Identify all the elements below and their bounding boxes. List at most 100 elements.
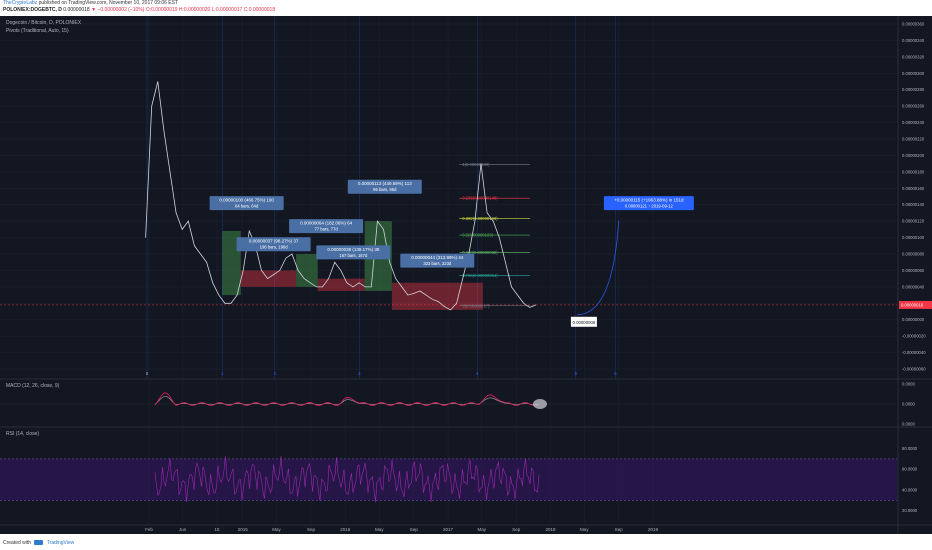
price-range-box xyxy=(296,254,318,287)
price-point xyxy=(370,286,372,288)
fib-level-label: 0(0.00000017) xyxy=(462,303,490,308)
ohlc-values: O:0.00000019 H:0.00000020 L:0.00000017 C… xyxy=(145,7,276,13)
price-point xyxy=(261,270,262,271)
x-tick-label: May xyxy=(580,527,589,532)
down-arrow-icon: ▼ xyxy=(91,7,97,13)
measure-sublabel: 0.00000121 ↑ 2019-09-12 xyxy=(625,204,674,209)
price-point xyxy=(364,286,366,288)
created-with-text: Created with xyxy=(3,540,32,546)
x-tick-label: Jun xyxy=(179,527,187,532)
y-tick-label: 0.00000100 xyxy=(902,235,925,240)
price-point xyxy=(291,253,293,255)
price-point xyxy=(511,286,512,288)
price-range-box xyxy=(317,278,365,291)
x-tick-label: May xyxy=(375,527,384,532)
price-point xyxy=(462,278,464,279)
x-tick-label: 2017 xyxy=(443,527,454,532)
measure-label: 0.00000038 (139.17%) 38 xyxy=(327,247,380,252)
measure-label: 0.00000064 (182.06%) 64 xyxy=(300,221,353,226)
price-range-box xyxy=(240,270,297,287)
measure-label: 0.00000100 (466.75%) 100 xyxy=(219,198,274,203)
publish-info: TheCryptoLabz published on TradingView.c… xyxy=(3,1,178,6)
x-tick-label: Sep xyxy=(615,527,624,532)
tradingview-brand[interactable]: TradingView xyxy=(47,540,75,546)
measure-label: 0.00000044 (313.99%) 44 xyxy=(411,255,464,260)
y-tick-label: 0.00000180 xyxy=(902,169,925,174)
price-point xyxy=(175,212,177,214)
price-point xyxy=(523,302,525,304)
price-point xyxy=(157,81,159,82)
price-point xyxy=(407,294,409,296)
x-tick-label: 15 xyxy=(214,527,220,532)
measure-label: 0.00000113 (449.69%) 113 xyxy=(358,181,412,186)
rsi-band xyxy=(0,458,897,501)
x-tick-label: 2015 xyxy=(238,527,249,532)
publisher-name[interactable]: TheCryptoLabz xyxy=(3,0,37,6)
y-tick-label: 0.00000360 xyxy=(902,22,925,27)
measure-label: 0.00000037 (98.27%) 37 xyxy=(249,239,299,244)
x-tick-label: 2018 xyxy=(546,527,557,532)
symbol-name: POLONIEX:DOGEBTC, D xyxy=(3,7,62,13)
x-tick-label: May xyxy=(272,527,281,532)
price-point xyxy=(297,270,299,271)
rsi-tick-label: 20.0000 xyxy=(902,508,918,513)
rsi-tick-label: 40.0000 xyxy=(902,487,918,492)
x-tick-label: May xyxy=(477,527,486,532)
y-tick-label: 0.00000060 xyxy=(902,268,925,273)
y-tick-label: 0.00000300 xyxy=(902,71,925,76)
chart-canvas[interactable]: 0.00000360 0.00000340 0.00000320 0.00000300… xyxy=(0,16,932,534)
y-tick-label: -0.00000020 xyxy=(902,334,926,339)
created-with: Created with TradingView xyxy=(3,540,74,546)
price-point xyxy=(169,171,171,173)
price-point xyxy=(450,309,451,311)
publish-text: published on TradingView.com, November 1… xyxy=(38,0,179,6)
main-pane-bg xyxy=(0,16,897,379)
macd-tick-label: 0.0000 xyxy=(902,382,915,387)
price-point xyxy=(395,278,396,279)
price-point xyxy=(230,302,232,304)
rsi-title: RSI (14, close) xyxy=(6,431,39,437)
measure-sublabel: 167 bars, 167d xyxy=(339,253,368,258)
rsi-tick-label: 80.0000 xyxy=(902,446,918,451)
price-point xyxy=(499,237,500,238)
price-point xyxy=(236,294,238,296)
macd-end-marker xyxy=(533,399,547,409)
macd-line xyxy=(154,392,540,406)
price-point xyxy=(492,220,494,222)
x-tick-label: Feb xyxy=(145,527,153,532)
price-point xyxy=(303,278,305,279)
symbol-info: POLONIEX:DOGEBTC, D 0.00000018 ▼ −0.0000… xyxy=(3,8,275,13)
macd-title: MACD (12, 26, close, 9) xyxy=(6,383,60,389)
price-point xyxy=(346,282,348,284)
price-point xyxy=(517,294,518,296)
price-point xyxy=(151,105,153,107)
price-point xyxy=(279,270,281,271)
price-point xyxy=(486,212,488,214)
y-tick-label: 0.00000260 xyxy=(902,104,925,109)
y-tick-label: 0.00000200 xyxy=(902,153,925,158)
price-point xyxy=(419,290,421,292)
y-tick-label: 0.00000000 xyxy=(902,317,925,322)
y-tick-label: 0.00000240 xyxy=(902,120,925,125)
price-point xyxy=(188,220,189,222)
y-tick-label: -0.00000060 xyxy=(902,367,926,372)
price-point xyxy=(358,282,360,284)
main-chart-subtitle: Pivots (Traditional, Auto, 15) xyxy=(6,28,69,34)
price-point xyxy=(377,220,378,222)
price-point xyxy=(248,230,250,232)
measure-sublabel: 96 bars, 96d xyxy=(373,187,397,192)
price-point xyxy=(285,257,287,259)
price-point xyxy=(194,245,195,247)
fib-level-label: 0.236(0.00000148) xyxy=(462,196,498,201)
price-point xyxy=(401,286,403,288)
y-tick-label: 0.00000080 xyxy=(902,252,925,257)
price-point xyxy=(309,282,311,284)
price-point xyxy=(212,282,214,284)
price-point xyxy=(352,286,354,288)
price-point xyxy=(505,261,506,263)
price-point xyxy=(316,286,317,288)
price-point xyxy=(200,253,201,255)
macd-tick-label: 0.0000 xyxy=(902,402,915,407)
chart-area[interactable]: 0.00000360 0.00000340 0.00000320 0.00000300… xyxy=(0,16,932,534)
price-point xyxy=(224,302,226,304)
